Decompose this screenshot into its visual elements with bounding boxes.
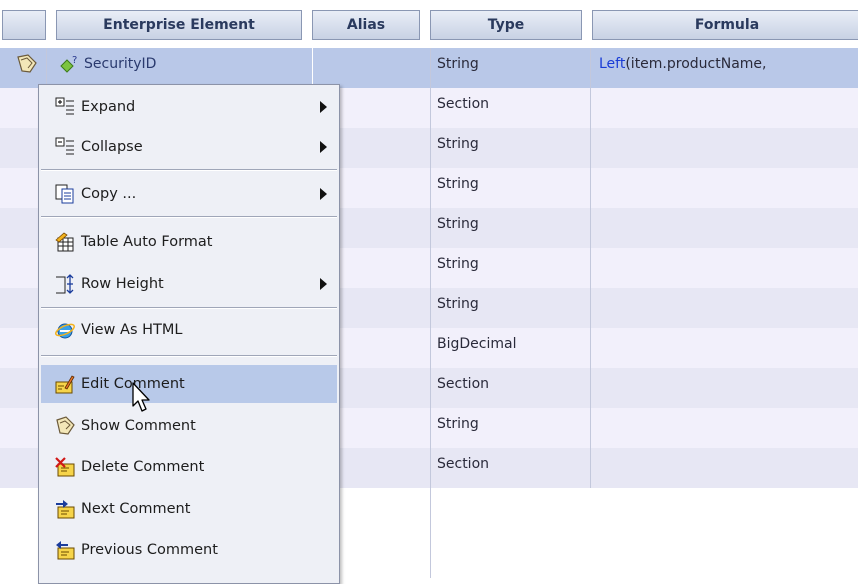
- expand-icon: [55, 97, 74, 115]
- formula-cell[interactable]: [590, 128, 858, 168]
- formula-cell[interactable]: [590, 208, 858, 248]
- menu-item-show-comment[interactable]: Show Comment: [41, 407, 337, 445]
- previous-comment-icon: [56, 541, 75, 560]
- edit-comment-icon: [55, 375, 75, 394]
- element-name: SecurityID: [84, 56, 157, 72]
- table-row[interactable]: ? SecurityID String Left(item.productNam…: [0, 48, 858, 88]
- collapse-icon: [55, 137, 74, 155]
- formula-cell[interactable]: [590, 288, 858, 328]
- submenu-arrow-icon: [320, 188, 327, 200]
- formula-cell[interactable]: [590, 168, 858, 208]
- type-cell[interactable]: Section: [430, 448, 590, 488]
- menu-item-delete-comment[interactable]: Delete Comment: [41, 448, 337, 486]
- row-height-icon: [56, 274, 74, 294]
- type-cell[interactable]: String: [430, 248, 590, 288]
- row-selector[interactable]: [0, 48, 47, 88]
- auto-format-icon: [55, 232, 74, 252]
- copy-icon: [55, 184, 74, 204]
- context-menu: Expand Collapse Copy ... Table Auto Form…: [38, 84, 340, 584]
- type-cell[interactable]: Section: [430, 88, 590, 128]
- column-header-enterprise-element[interactable]: Enterprise Element: [56, 10, 302, 40]
- element-cell[interactable]: ? SecurityID: [56, 48, 312, 88]
- formula-args: (item.productName,: [625, 56, 767, 72]
- menu-item-previous-comment[interactable]: Previous Comment: [41, 531, 337, 569]
- type-cell[interactable]: String: [430, 128, 590, 168]
- type-cell[interactable]: String: [430, 208, 590, 248]
- menu-item-collapse[interactable]: Collapse: [41, 128, 337, 166]
- menu-item-copy[interactable]: Copy ...: [41, 175, 337, 213]
- column-header-formula[interactable]: Formula: [592, 10, 858, 40]
- type-cell[interactable]: BigDecimal: [430, 328, 590, 368]
- show-comment-icon: [56, 416, 75, 435]
- type-cell[interactable]: String: [430, 48, 590, 88]
- formula-cell[interactable]: [590, 248, 858, 288]
- delete-comment-icon: [55, 457, 75, 477]
- formula-cell[interactable]: [590, 448, 858, 488]
- column-header-type[interactable]: Type: [430, 10, 582, 40]
- element-diamond-icon: ?: [60, 55, 77, 73]
- menu-item-next-comment[interactable]: Next Comment: [41, 490, 337, 528]
- formula-function: Left: [599, 56, 626, 72]
- menu-item-row-height[interactable]: Row Height: [41, 265, 337, 303]
- type-cell[interactable]: String: [430, 288, 590, 328]
- submenu-arrow-icon: [320, 141, 327, 153]
- menu-item-view-as-html[interactable]: View As HTML: [41, 311, 337, 349]
- alias-cell[interactable]: [312, 48, 431, 88]
- type-cell[interactable]: String: [430, 168, 590, 208]
- ie-globe-icon: [55, 323, 75, 339]
- row-selector-header[interactable]: [2, 10, 46, 40]
- menu-separator: [41, 169, 337, 171]
- menu-separator: [41, 307, 337, 309]
- grid-header: Enterprise Element Alias Type Formula: [0, 0, 858, 46]
- formula-cell[interactable]: [590, 408, 858, 448]
- menu-item-expand[interactable]: Expand: [41, 88, 337, 126]
- type-cell[interactable]: String: [430, 408, 590, 448]
- menu-item-edit-comment[interactable]: Edit Comment: [41, 365, 337, 403]
- menu-item-table-auto-format[interactable]: Table Auto Format: [41, 223, 337, 261]
- type-cell: [430, 488, 590, 578]
- next-comment-icon: [56, 500, 75, 519]
- formula-cell[interactable]: [590, 88, 858, 128]
- column-header-alias[interactable]: Alias: [312, 10, 420, 40]
- comment-note-icon: [17, 54, 37, 73]
- menu-separator: [41, 355, 337, 357]
- menu-separator: [41, 216, 337, 218]
- submenu-arrow-icon: [320, 101, 327, 113]
- formula-cell[interactable]: [590, 368, 858, 408]
- submenu-arrow-icon: [320, 278, 327, 290]
- type-cell[interactable]: Section: [430, 368, 590, 408]
- formula-cell[interactable]: Left(item.productName,: [590, 48, 858, 88]
- svg-text:?: ?: [72, 55, 77, 66]
- formula-cell[interactable]: [590, 328, 858, 368]
